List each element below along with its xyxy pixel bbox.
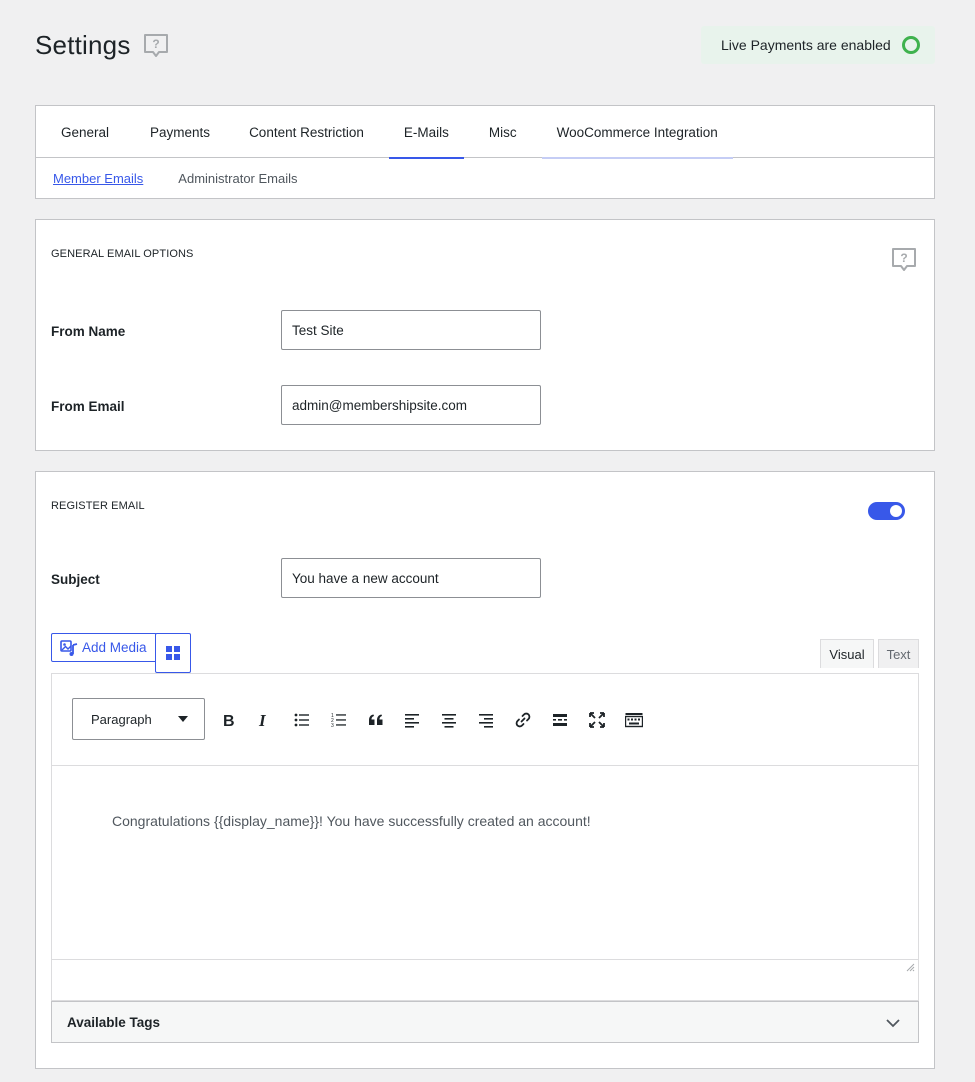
live-status-icon [901,36,920,54]
format-select-value: Paragraph [91,711,152,727]
read-more-icon[interactable] [548,708,572,732]
bullet-list-icon[interactable] [290,708,314,732]
tab-label: WooCommerce Integration [556,124,718,140]
tab-label: General [61,124,110,140]
editor-content-area[interactable]: Congratulations {{display_name}}! You ha… [52,766,918,980]
toolbar-toggle-icon[interactable] [622,708,646,732]
align-left-icon[interactable] [400,708,424,732]
settings-tabs-card: General Payments Content Restriction E-M… [35,105,935,199]
subtab-administrator-emails[interactable]: Administrator Emails [178,171,297,186]
subject-label: Subject [51,572,100,587]
tab-misc[interactable]: Misc [464,106,542,158]
tab-text[interactable]: Text [878,639,919,668]
chevron-down-icon [886,1016,900,1031]
tab-label: Content Restriction [249,124,364,140]
format-select[interactable]: Paragraph [72,698,205,740]
resize-handle-icon[interactable] [905,959,915,977]
blocks-icon [166,646,180,660]
numbered-list-icon[interactable]: 123 [327,708,351,732]
fullscreen-icon[interactable] [585,708,609,732]
tab-general[interactable]: General [36,106,134,158]
tab-label: Payments [150,124,211,140]
section-title: GENERAL EMAIL OPTIONS [51,248,194,260]
blockquote-icon[interactable] [364,708,388,732]
svg-text:?: ? [900,251,907,265]
available-tags-toggle[interactable]: Available Tags [51,1001,919,1043]
editor-toolbar: Paragraph B I 123 [52,674,918,766]
from-email-input[interactable] [281,385,541,425]
register-email-card: REGISTER EMAIL Subject Add Media Visual … [35,471,935,1069]
register-email-toggle[interactable] [868,502,905,520]
settings-tabs: General Payments Content Restriction E-M… [36,106,934,159]
tab-woocommerce-integration[interactable]: WooCommerce Integration [541,106,733,159]
tab-payments[interactable]: Payments [134,106,229,158]
svg-text:3: 3 [331,723,334,728]
svg-text:I: I [258,712,267,728]
email-body-editor: Paragraph B I 123 Congratulations {{disp… [51,673,919,1001]
tab-content-restriction[interactable]: Content Restriction [229,106,389,158]
tab-emails[interactable]: E-Mails [388,106,464,159]
subject-input[interactable] [281,558,541,598]
link-icon[interactable] [511,708,535,732]
general-email-options-card: GENERAL EMAIL OPTIONS ? From Name From E… [35,219,935,451]
email-subtabs: Member Emails Administrator Emails [36,158,934,199]
from-email-label: From Email [51,399,125,414]
help-icon[interactable]: ? [891,247,917,278]
page-header: Settings ? [35,30,169,61]
italic-icon[interactable]: I [252,708,276,732]
tab-visual[interactable]: Visual [820,639,874,668]
editor-status-bar [52,959,918,980]
add-media-button[interactable]: Add Media [51,633,157,662]
page-title: Settings [35,30,131,60]
svg-text:B: B [223,713,235,728]
add-media-icon [60,639,78,656]
email-body-text: Congratulations {{display_name}}! You ha… [112,813,591,829]
align-right-icon[interactable] [474,708,498,732]
live-payments-badge: Live Payments are enabled [701,26,935,64]
subtab-member-emails[interactable]: Member Emails [53,171,143,186]
align-center-icon[interactable] [437,708,461,732]
bold-icon[interactable]: B [216,708,240,732]
section-title: REGISTER EMAIL [51,500,145,512]
available-tags-label: Available Tags [67,1014,161,1030]
live-payments-text: Live Payments are enabled [721,37,891,53]
tab-label: Misc [488,124,517,140]
help-icon[interactable]: ? [143,33,169,59]
from-name-input[interactable] [281,310,541,350]
svg-text:?: ? [152,37,159,51]
add-media-label: Add Media [82,640,147,655]
caret-down-icon [178,716,188,722]
from-name-label: From Name [51,324,126,339]
tab-label: E-Mails [403,124,449,140]
blocks-button[interactable] [155,633,191,673]
